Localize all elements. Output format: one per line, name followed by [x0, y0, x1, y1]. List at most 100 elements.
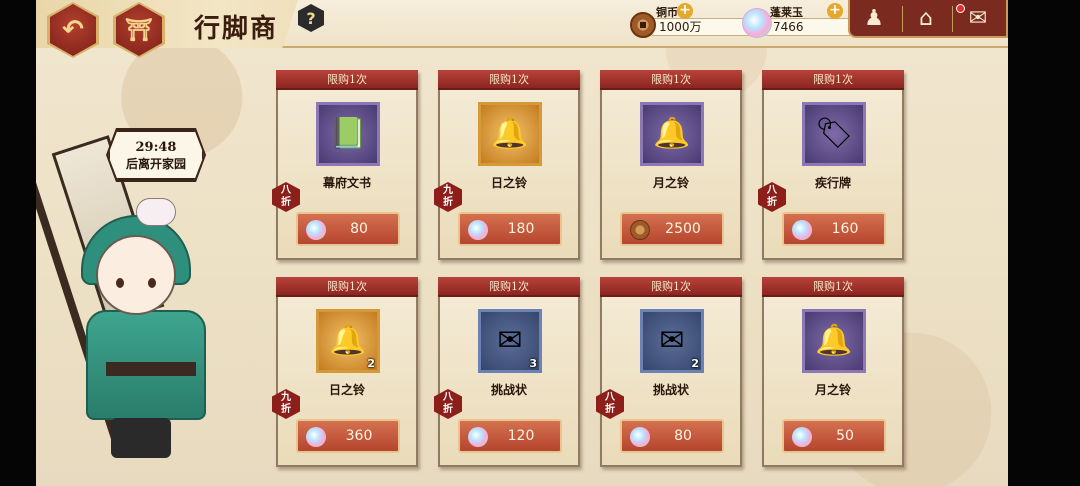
- item-price: 80: [674, 428, 692, 444]
- coin-add-button[interactable]: +: [677, 3, 693, 19]
- character-button[interactable]: ♟: [856, 4, 892, 34]
- buy-button[interactable]: 80: [296, 212, 400, 246]
- back-arrow-icon: ↶: [62, 15, 84, 45]
- tag-icon: 🏷: [814, 116, 854, 151]
- purchase-limit-label: 限购1次: [276, 70, 418, 90]
- gate-icon: ⛩: [125, 17, 153, 43]
- item-price: 120: [507, 428, 535, 444]
- coin-icon: [630, 220, 650, 240]
- gold-bell-icon: 🔔: [329, 323, 367, 358]
- shop-item-card[interactable]: 限购1次 🔔 月之铃 50: [762, 277, 904, 467]
- divider: [902, 6, 903, 32]
- item-name: 日之铃: [490, 176, 527, 190]
- jade-icon: [792, 220, 812, 240]
- book-icon: 📗: [329, 116, 367, 151]
- home-button[interactable]: ⌂: [908, 4, 944, 34]
- item-frame[interactable]: 🔔 2: [316, 309, 380, 373]
- merchant-eye: [116, 278, 124, 288]
- page-title: 行脚商: [194, 14, 279, 44]
- leave-caption: 后离开家园: [125, 157, 186, 171]
- leave-timer: 29:48: [135, 140, 177, 155]
- item-frame[interactable]: 📗: [316, 102, 380, 166]
- jade-icon: [742, 8, 772, 38]
- jade-label: 蓬莱玉: [770, 6, 803, 19]
- item-name: 挑战状: [652, 383, 689, 397]
- mail-icon: ✉: [968, 6, 988, 31]
- top-right-menu: ♟ ⌂ ✉: [848, 0, 1008, 38]
- coin-icon: [630, 12, 656, 38]
- item-price: 160: [831, 221, 859, 237]
- cat-icon: [136, 198, 176, 226]
- home-icon: ⌂: [919, 6, 933, 31]
- item-price: 80: [350, 221, 368, 237]
- purchase-limit-label: 限购1次: [600, 277, 742, 297]
- shop-item-card[interactable]: 限购1次 📗 幕府文书 80 八 折: [272, 70, 418, 260]
- purchase-limit-label: 限购1次: [438, 70, 580, 90]
- shop-screen: ↶ ⛩ 行脚商 ? 1000万 铜币 + 7466 蓬莱玉 + ♟ ⌂ ✉ 29…: [36, 0, 1008, 486]
- shop-item-card[interactable]: 限购1次 ✉ 2 挑战状 80 八 折: [596, 277, 742, 467]
- jade-add-button[interactable]: +: [827, 3, 843, 19]
- letter-icon: ✉: [659, 323, 685, 358]
- item-price: 50: [836, 428, 854, 444]
- buy-button[interactable]: 120: [458, 419, 562, 453]
- jade-icon: [630, 427, 650, 447]
- item-quantity: 2: [691, 357, 699, 370]
- character-icon: ♟: [864, 6, 884, 31]
- item-frame[interactable]: ✉ 2: [640, 309, 704, 373]
- buy-button[interactable]: 180: [458, 212, 562, 246]
- item-name: 月之铃: [652, 176, 689, 190]
- item-price: 2500: [665, 221, 701, 237]
- item-frame[interactable]: 🏷: [802, 102, 866, 166]
- jade-icon: [468, 427, 488, 447]
- jade-icon: [792, 427, 812, 447]
- shop-item-card[interactable]: 限购1次 🔔 月之铃 2500: [600, 70, 742, 260]
- speech-bubble: 29:48 后离开家园: [108, 130, 204, 180]
- buy-button[interactable]: 50: [782, 419, 886, 453]
- item-frame[interactable]: 🔔: [478, 102, 542, 166]
- shop-item-card[interactable]: 限购1次 ✉ 3 挑战状 120 八 折: [434, 277, 580, 467]
- item-price: 360: [345, 428, 373, 444]
- left-letterbox: [0, 0, 36, 486]
- coin-label: 铜币: [656, 6, 678, 19]
- purchase-limit-label: 限购1次: [600, 70, 742, 90]
- jade-icon: [306, 427, 326, 447]
- merchant-eye: [148, 278, 156, 288]
- jade-icon: [306, 220, 326, 240]
- item-name: 月之铃: [814, 383, 851, 397]
- top-bar: ↶ ⛩ 行脚商 ? 1000万 铜币 + 7466 蓬莱玉 + ♟ ⌂ ✉: [36, 0, 1008, 58]
- mail-button[interactable]: ✉: [960, 4, 996, 34]
- item-quantity: 3: [529, 357, 537, 370]
- item-name: 挑战状: [490, 383, 527, 397]
- item-name: 疾行牌: [814, 176, 851, 190]
- shop-item-card[interactable]: 限购1次 🏷 疾行牌 160 八 折: [758, 70, 904, 260]
- item-price: 180: [507, 221, 535, 237]
- silver-bell-icon: 🔔: [815, 323, 853, 358]
- buy-button[interactable]: 160: [782, 212, 886, 246]
- buy-button[interactable]: 80: [620, 419, 724, 453]
- purchase-limit-label: 限购1次: [762, 277, 904, 297]
- merchant-belt: [106, 362, 196, 376]
- question-icon: ?: [306, 8, 316, 28]
- item-name: 幕府文书: [322, 176, 371, 190]
- shop-item-card[interactable]: 限购1次 🔔 2 日之铃 360 九 折: [272, 277, 418, 467]
- silver-bell-icon: 🔔: [653, 116, 691, 151]
- item-frame[interactable]: ✉ 3: [478, 309, 542, 373]
- purchase-limit-label: 限购1次: [438, 277, 580, 297]
- gold-bell-icon: 🔔: [491, 116, 529, 151]
- item-name: 日之铃: [328, 383, 365, 397]
- item-quantity: 2: [367, 357, 375, 370]
- jade-icon: [468, 220, 488, 240]
- divider: [952, 6, 953, 32]
- item-frame[interactable]: 🔔: [802, 309, 866, 373]
- item-frame[interactable]: 🔔: [640, 102, 704, 166]
- help-button[interactable]: ?: [298, 4, 324, 32]
- letter-icon: ✉: [497, 323, 523, 358]
- merchant-face: [96, 235, 176, 315]
- right-letterbox: [1008, 0, 1080, 486]
- purchase-limit-label: 限购1次: [276, 277, 418, 297]
- shop-item-card[interactable]: 限购1次 🔔 日之铃 180 九 折: [434, 70, 580, 260]
- merchant-legs: [111, 418, 171, 458]
- buy-button[interactable]: 2500: [620, 212, 724, 246]
- purchase-limit-label: 限购1次: [762, 70, 904, 90]
- buy-button[interactable]: 360: [296, 419, 400, 453]
